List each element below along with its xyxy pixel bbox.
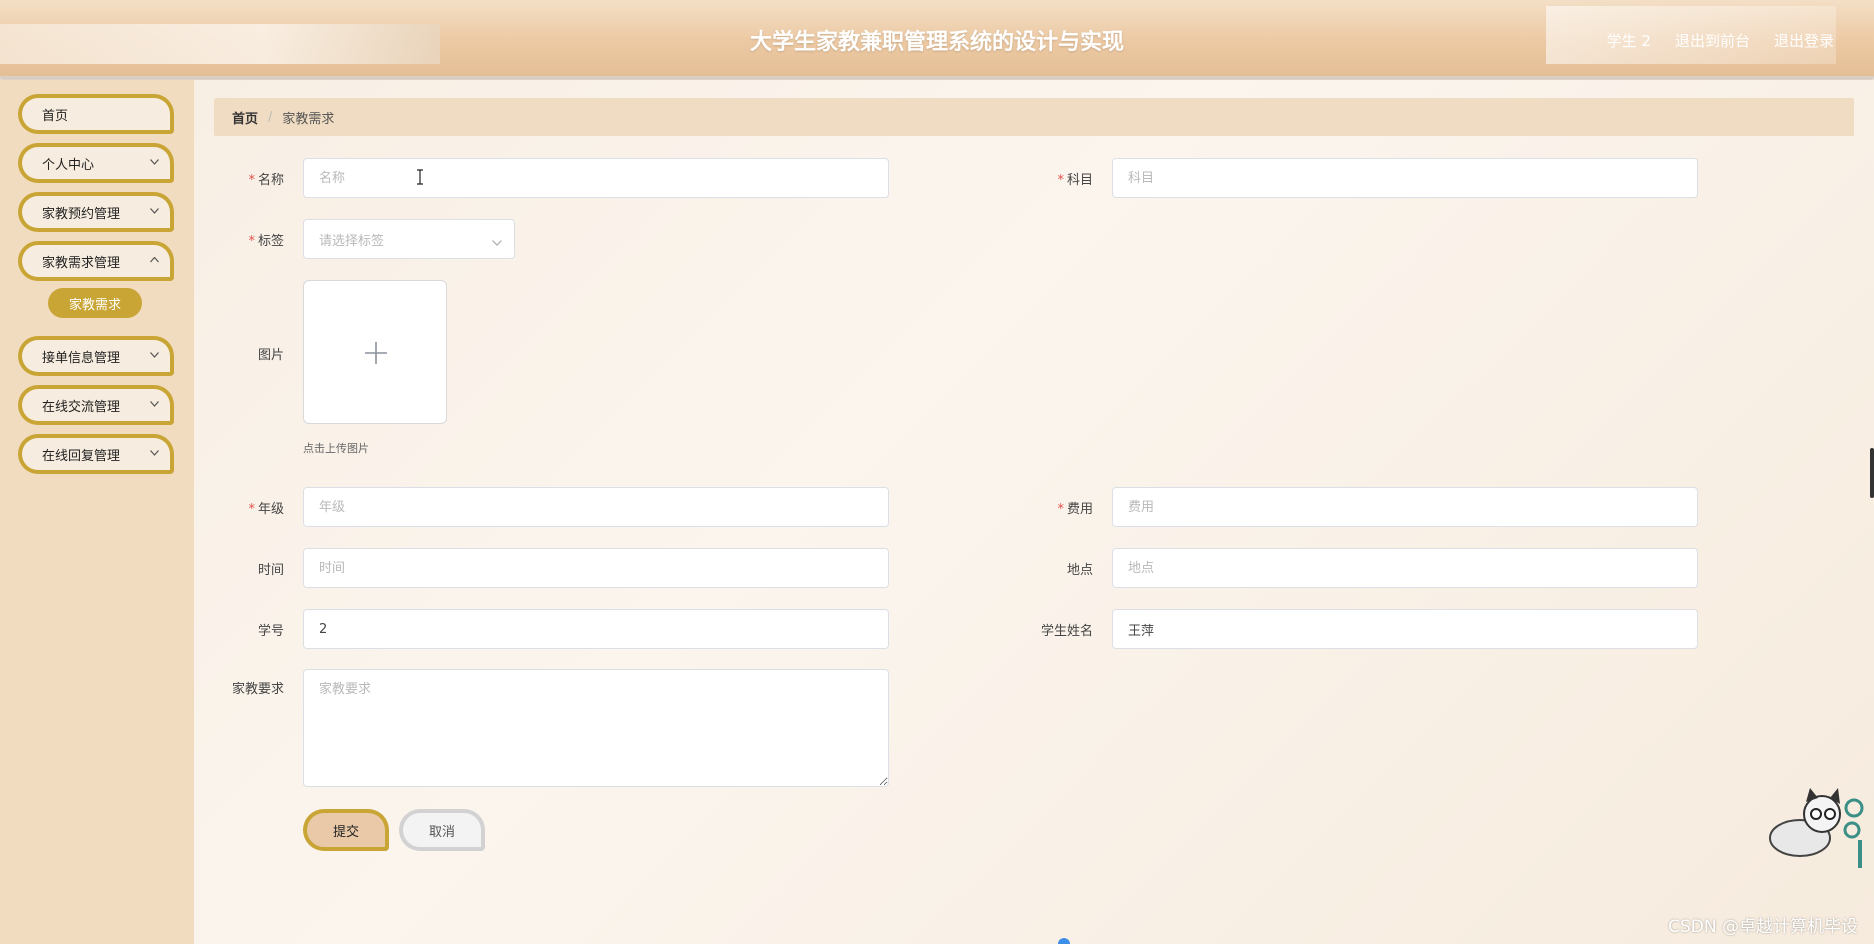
breadcrumb-home[interactable]: 首页	[232, 108, 258, 127]
student-name-label: 学生姓名	[1040, 624, 1093, 639]
submit-button[interactable]: 提交	[303, 809, 389, 851]
sidebar-item-demand-management[interactable]: 家教需求管理	[18, 241, 174, 281]
sidebar-item-label: 接单信息管理	[42, 350, 121, 366]
user-area: 学生 2 退出到前台 退出登录	[1607, 30, 1834, 51]
breadcrumb-current: 家教需求	[282, 111, 335, 127]
grade-label: * 年级	[248, 502, 284, 517]
time-label: 时间	[257, 563, 284, 578]
location-label: 地点	[1066, 563, 1093, 578]
fee-input[interactable]	[1112, 487, 1698, 527]
subject-input[interactable]	[1112, 158, 1698, 198]
required-mark: *	[248, 502, 255, 517]
location-input[interactable]	[1112, 548, 1698, 588]
student-name-input[interactable]	[1112, 609, 1698, 649]
sidebar-subitem-demand[interactable]: 家教需求	[48, 288, 142, 318]
current-user: 学生 2	[1606, 32, 1651, 50]
main-content: 首页 / 家教需求 *名称 *科目 *标签 请选择标签 图片 点击上传图片 *年…	[194, 80, 1874, 944]
sidebar-item-label: 家教预约管理	[42, 206, 121, 222]
cancel-button[interactable]: 取消	[399, 809, 485, 851]
image-label: 图片	[257, 348, 284, 363]
chevron-down-icon	[150, 450, 159, 458]
name-input[interactable]	[303, 158, 889, 198]
sidebar-item-personal-center[interactable]: 个人中心	[18, 143, 174, 183]
text-cursor-icon	[416, 169, 424, 189]
chevron-up-icon	[150, 257, 159, 265]
name-label: * 名称	[248, 173, 284, 188]
sidebar: 首页 个人中心 家教预约管理 家教需求管理 家教需求 接单信息管理 在线交流管理…	[0, 80, 194, 944]
mascot-image	[1760, 786, 1868, 876]
grade-input[interactable]	[303, 487, 889, 527]
student-no-label: 学号	[257, 624, 284, 639]
student-no-input[interactable]	[303, 609, 889, 649]
chevron-down-icon	[492, 235, 502, 250]
tag-label: * 标签	[248, 234, 284, 249]
logout-link[interactable]: 退出登录	[1774, 30, 1834, 51]
tag-select-placeholder: 请选择标签	[319, 233, 385, 249]
sidebar-item-home[interactable]: 首页	[18, 94, 174, 134]
required-mark: *	[1057, 173, 1064, 188]
sidebar-item-reply-management[interactable]: 在线回复管理	[18, 434, 174, 474]
chevron-down-icon	[150, 401, 159, 409]
required-mark: *	[248, 173, 255, 188]
image-upload-button[interactable]	[303, 280, 447, 424]
top-header: 大学生家教兼职管理系统的设计与实现 学生 2 退出到前台 退出登录	[0, 0, 1874, 78]
sidebar-item-label: 首页	[42, 108, 69, 124]
app-title: 大学生家教兼职管理系统的设计与实现	[749, 30, 1124, 55]
required-mark: *	[1057, 502, 1064, 517]
tag-select[interactable]: 请选择标签	[303, 219, 515, 259]
watermark: CSDN @卓越计算机毕设	[1668, 917, 1858, 937]
scroll-indicator	[1058, 938, 1070, 944]
plus-icon	[365, 342, 387, 368]
requirement-textarea[interactable]	[303, 669, 889, 787]
chevron-down-icon	[150, 208, 159, 216]
breadcrumb-separator: /	[268, 109, 273, 125]
chevron-down-icon	[150, 159, 159, 167]
sidebar-item-label: 家教需求管理	[42, 255, 121, 271]
time-input[interactable]	[303, 548, 889, 588]
fee-label: * 费用	[1057, 502, 1093, 517]
scrollbar-handle[interactable]	[1870, 448, 1874, 498]
sidebar-item-order-management[interactable]: 接单信息管理	[18, 336, 174, 376]
required-mark: *	[248, 234, 255, 249]
subject-label: * 科目	[1057, 173, 1093, 188]
exit-to-front-link[interactable]: 退出到前台	[1675, 30, 1750, 51]
chevron-down-icon	[150, 352, 159, 360]
breadcrumb: 首页 / 家教需求	[214, 98, 1854, 136]
sidebar-item-chat-management[interactable]: 在线交流管理	[18, 385, 174, 425]
sidebar-item-label: 在线回复管理	[42, 448, 121, 464]
sidebar-item-booking-management[interactable]: 家教预约管理	[18, 192, 174, 232]
sidebar-item-label: 在线交流管理	[42, 399, 121, 415]
requirement-label: 家教要求	[231, 682, 284, 697]
upload-tip: 点击上传图片	[303, 442, 369, 455]
sidebar-item-label: 个人中心	[42, 157, 95, 173]
